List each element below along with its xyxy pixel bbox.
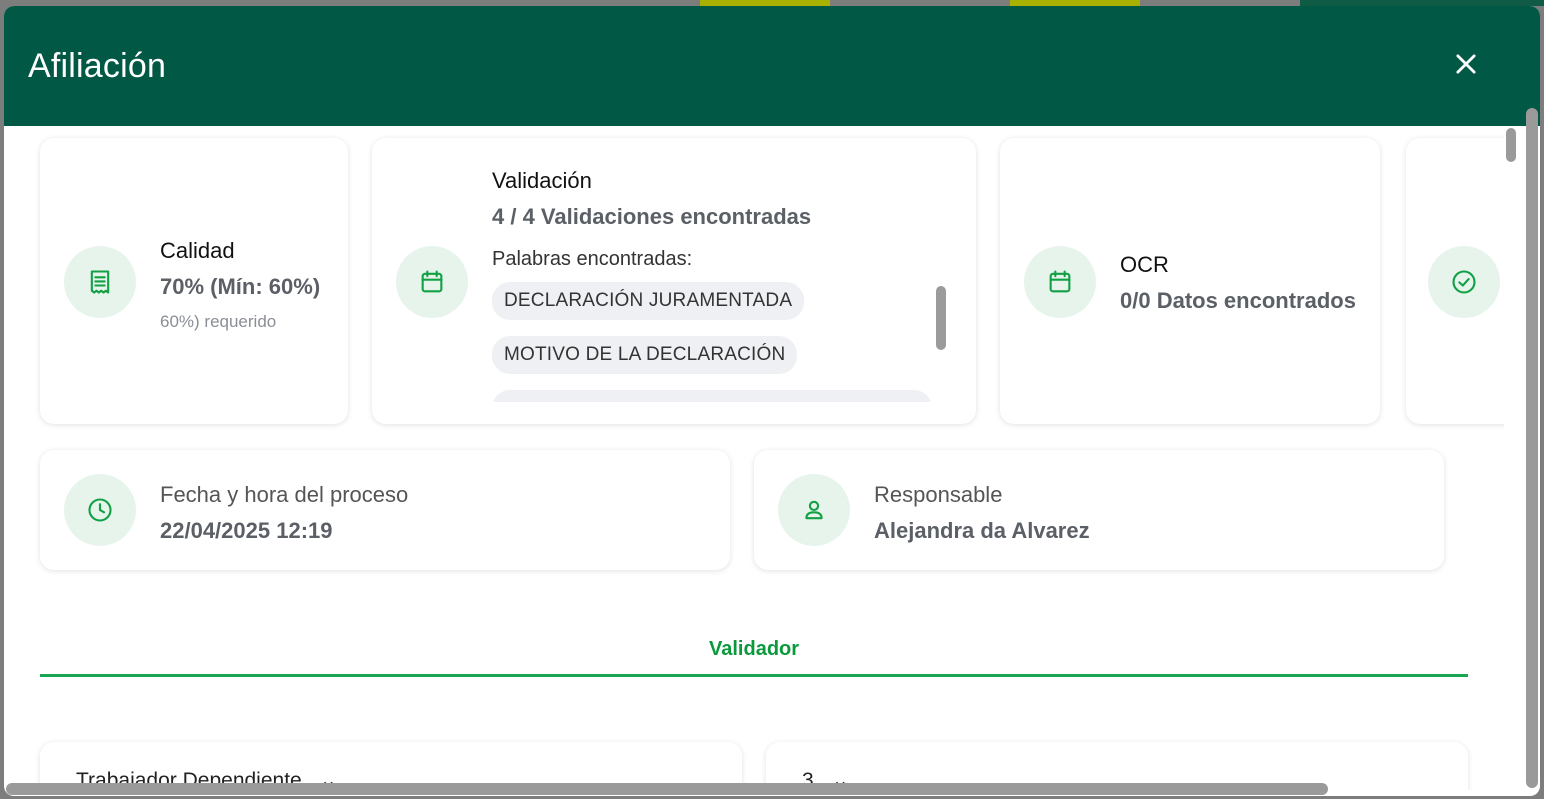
validacion-icon-wrap — [396, 246, 468, 318]
calidad-value: 70% (Mín: 60%) — [160, 274, 321, 299]
calidad-title: Calidad — [160, 238, 235, 263]
fecha-label: Fecha y hora del proceso — [160, 482, 409, 507]
calidad-sub: 60%) requerido — [160, 312, 277, 331]
word-chip: DECLARACIÓN JURAMENTADA — [492, 282, 805, 320]
affiliation-modal: Afiliación Calidad 70% (Mín: 60%) 60%) r… — [4, 6, 1540, 796]
status-card-partial — [1406, 138, 1504, 424]
modal-header: Afiliación — [4, 6, 1540, 126]
tab-active-indicator — [40, 674, 1468, 677]
calidad-card: Calidad 70% (Mín: 60%) 60%) requerido — [40, 138, 348, 424]
check-circle-icon — [1452, 270, 1476, 294]
modal-title: Afiliación — [28, 46, 167, 85]
words-list[interactable]: DECLARACIÓN JURAMENTADA MOTIVO DE LA DEC… — [492, 282, 942, 402]
page-vertical-scrollbar[interactable] — [1526, 108, 1538, 788]
responsable-card: Responsable Alejandra da Alvarez — [754, 450, 1444, 570]
validacion-value: 4 / 4 Validaciones encontradas — [492, 204, 812, 229]
fecha-icon-wrap — [64, 474, 136, 546]
words-found-label: Palabras encontradas: — [492, 248, 693, 270]
ocr-title: OCR — [1120, 252, 1169, 277]
close-button[interactable] — [1452, 50, 1480, 78]
receipt-icon — [90, 270, 110, 294]
validacion-card: Validación 4 / 4 Validaciones encontrada… — [372, 138, 976, 424]
words-list-scrollbar[interactable] — [936, 286, 946, 350]
validacion-title: Validación — [492, 168, 592, 193]
calendar-icon — [421, 270, 443, 293]
page-horizontal-scrollbar[interactable] — [6, 783, 1328, 795]
calidad-icon-wrap — [64, 246, 136, 318]
content-scrollbar[interactable] — [1506, 128, 1516, 162]
status-icon-wrap — [1428, 246, 1500, 318]
ocr-value: 0/0 Datos encontrados — [1120, 288, 1356, 313]
responsable-label: Responsable — [874, 482, 1003, 507]
responsable-icon-wrap — [778, 474, 850, 546]
fecha-value: 22/04/2025 12:19 — [160, 518, 333, 543]
modal-content[interactable]: Calidad 70% (Mín: 60%) 60%) requerido Va… — [4, 126, 1504, 790]
tab-validador[interactable]: Validador — [709, 638, 799, 661]
close-icon — [1456, 54, 1476, 74]
ocr-icon-wrap — [1024, 246, 1096, 318]
ocr-card: OCR 0/0 Datos encontrados — [1000, 138, 1380, 424]
fecha-card: Fecha y hora del proceso 22/04/2025 12:1… — [40, 450, 730, 570]
word-chip-partial — [492, 390, 932, 402]
person-icon — [805, 500, 823, 520]
responsable-value: Alejandra da Alvarez — [874, 518, 1090, 543]
word-chip: MOTIVO DE LA DECLARACIÓN — [492, 336, 798, 374]
clock-icon — [88, 498, 112, 522]
calendar-icon — [1049, 270, 1071, 293]
